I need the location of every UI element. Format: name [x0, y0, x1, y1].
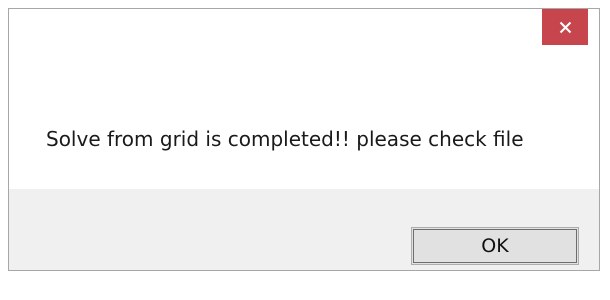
ok-button[interactable]: OK: [411, 227, 579, 265]
close-button[interactable]: [542, 9, 588, 45]
close-icon: [559, 21, 572, 34]
dialog-footer: OK: [9, 189, 599, 270]
dialog-content: Solve from grid is completed!! please ch…: [9, 65, 599, 189]
message-dialog: Solve from grid is completed!! please ch…: [8, 8, 600, 271]
title-bar: [9, 9, 599, 65]
dialog-message: Solve from grid is completed!! please ch…: [46, 127, 524, 151]
